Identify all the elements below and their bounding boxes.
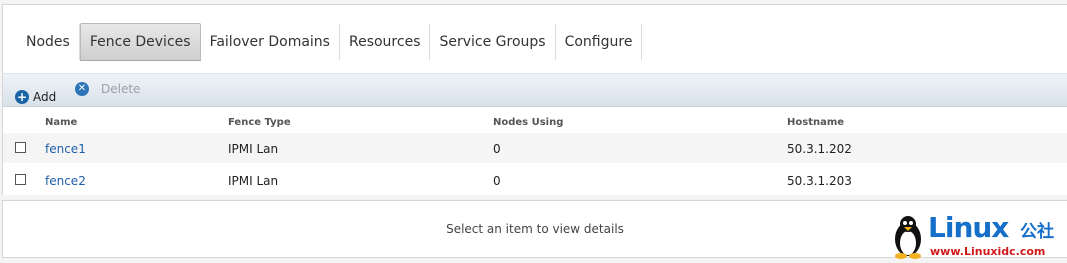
tab-fence-devices[interactable]: Fence Devices xyxy=(79,23,201,61)
nodes-using-cell: 0 xyxy=(493,174,501,188)
hostname-cell: 50.3.1.202 xyxy=(787,142,852,156)
close-icon: ✕ xyxy=(75,82,89,96)
tab-nodes[interactable]: Nodes xyxy=(17,24,80,60)
col-header-name[interactable]: Name xyxy=(45,117,77,128)
tab-configure[interactable]: Configure xyxy=(556,24,643,60)
delete-label: Delete xyxy=(101,82,141,96)
delete-button[interactable]: ✕ Delete xyxy=(75,82,140,96)
fence-name-link[interactable]: fence1 xyxy=(45,142,86,156)
add-label: Add xyxy=(33,90,57,104)
fence-type-cell: IPMI Lan xyxy=(228,174,279,188)
watermark-brand: Linux xyxy=(928,211,1009,244)
watermark-brand-cn: 公社 xyxy=(1020,222,1054,242)
toolbar: + Add ✕ Delete xyxy=(3,73,1067,107)
watermark-logo: Linux 公社 www.Linuxidc.com xyxy=(890,211,1065,261)
row-checkbox[interactable] xyxy=(15,174,26,185)
table-row[interactable]: fence1 IPMI Lan 0 50.3.1.202 xyxy=(3,133,1067,163)
nodes-using-cell: 0 xyxy=(493,142,501,156)
row-checkbox[interactable] xyxy=(15,142,26,153)
fence-type-cell: IPMI Lan xyxy=(228,142,279,156)
watermark-site: www.Linuxidc.com xyxy=(930,245,1046,258)
fence-devices-panel: Nodes Fence Devices Failover Domains Res… xyxy=(2,4,1067,195)
hostname-cell: 50.3.1.203 xyxy=(787,174,852,188)
plus-icon: + xyxy=(15,90,29,104)
col-header-nodes-using[interactable]: Nodes Using xyxy=(493,117,563,128)
tab-resources[interactable]: Resources xyxy=(340,24,431,60)
tab-service-groups[interactable]: Service Groups xyxy=(430,24,556,60)
table-row[interactable]: fence2 IPMI Lan 0 50.3.1.203 xyxy=(3,165,1067,195)
fence-name-link[interactable]: fence2 xyxy=(45,174,86,188)
add-button[interactable]: + Add xyxy=(15,90,56,104)
tab-failover-domains[interactable]: Failover Domains xyxy=(201,24,340,60)
col-header-hostname[interactable]: Hostname xyxy=(787,117,844,128)
penguin-icon xyxy=(895,216,921,259)
table-header: Name Fence Type Nodes Using Hostname xyxy=(3,106,1067,132)
col-header-fence-type[interactable]: Fence Type xyxy=(228,117,291,128)
main-tabs: Nodes Fence Devices Failover Domains Res… xyxy=(17,23,643,62)
